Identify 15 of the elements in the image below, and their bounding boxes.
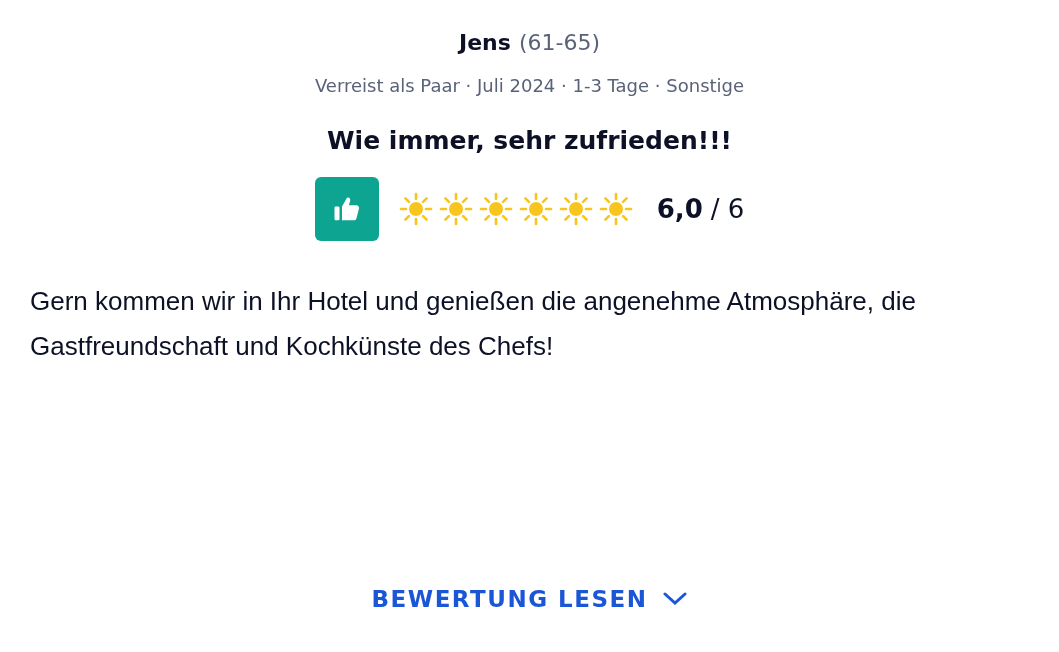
read-review-button[interactable]: BEWERTUNG LESEN xyxy=(367,582,692,616)
reviewer-name: Jens xyxy=(459,30,511,55)
sun-icon xyxy=(518,192,553,226)
sun-icon xyxy=(438,192,473,226)
rating-max: / 6 xyxy=(710,194,745,224)
trip-details: Verreist als Paar · Juli 2024 · 1-3 Tage · Sonstige xyxy=(314,75,745,96)
review-title: Wie immer, sehr zufrieden!!! xyxy=(327,126,732,155)
sun-icon xyxy=(598,192,633,226)
reviewer-age: (61-65) xyxy=(518,30,600,55)
sun-icon xyxy=(398,192,433,226)
review-text: Gern kommen wir in Ihr Hotel und genießen die angenehme Atmosphäre, die Gastfreundschaft und Kochkünste des Chefs! xyxy=(30,285,917,363)
chevron-down-icon xyxy=(663,592,688,606)
sun-icon xyxy=(558,192,593,226)
sun-icon xyxy=(478,192,513,226)
rating-score: 6,0 xyxy=(656,194,703,224)
